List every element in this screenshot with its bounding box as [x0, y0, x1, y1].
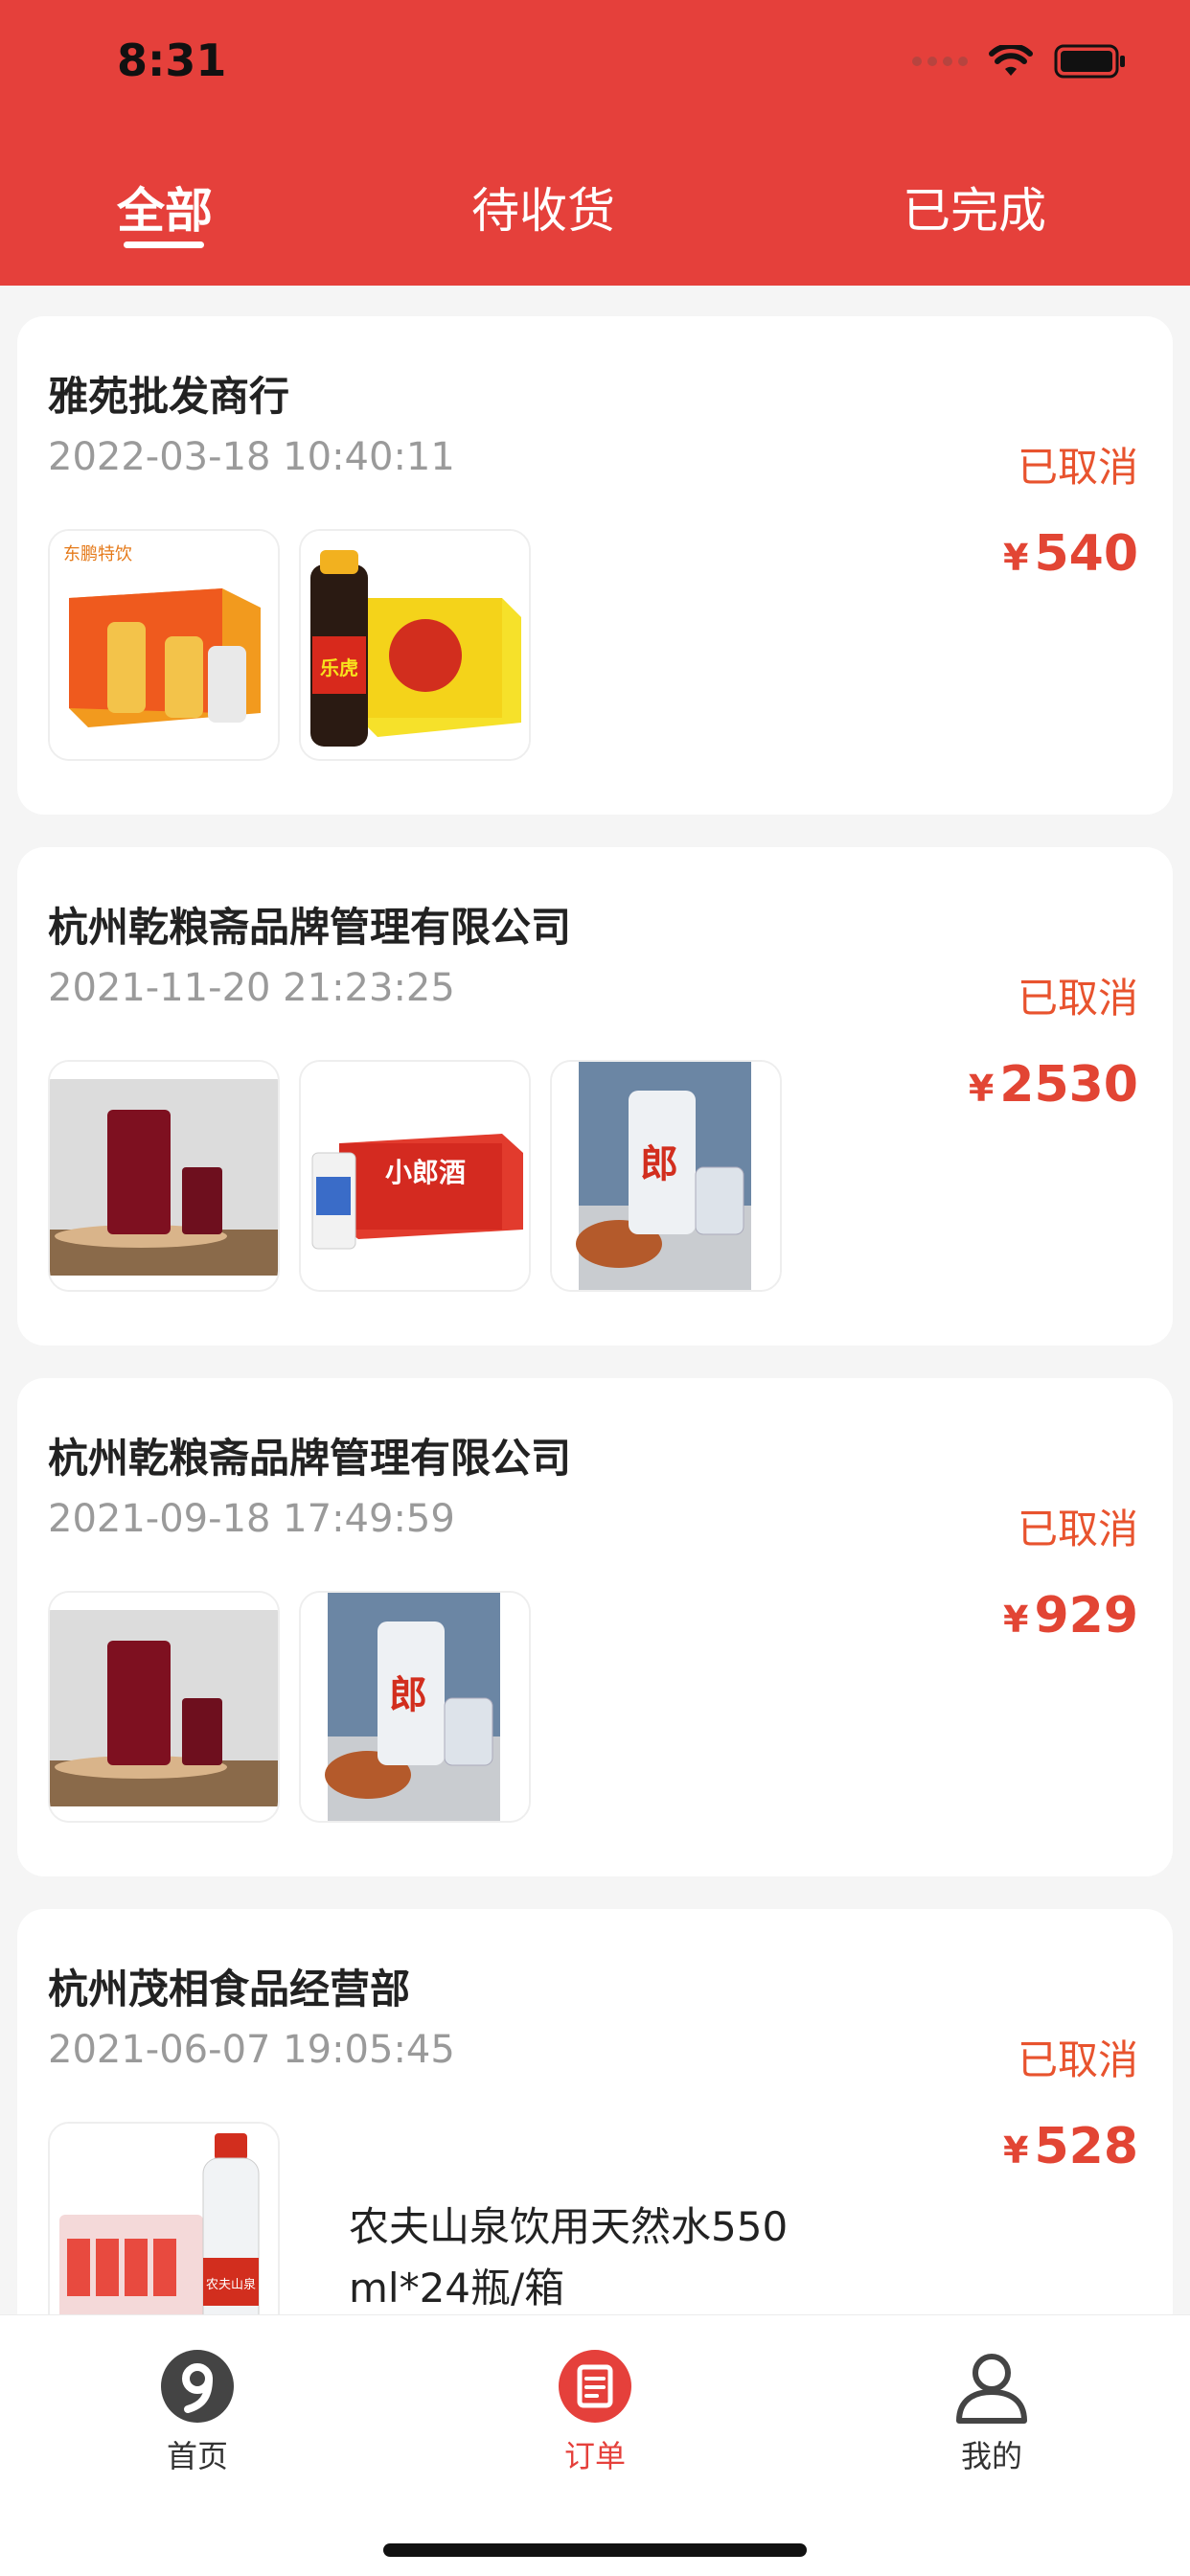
- order-time: 2021-06-07 19:05:45: [48, 2028, 455, 2072]
- order-status: 已取消: [1017, 1506, 1138, 1552]
- price-amount: 929: [1034, 1587, 1138, 1644]
- product-label: 乐虎: [320, 656, 358, 679]
- profile-icon: [956, 2354, 1027, 2424]
- product-label: 农夫山泉: [206, 2277, 256, 2292]
- product-thumbnails: 郎: [48, 1591, 531, 1823]
- home-icon: [161, 2350, 234, 2423]
- order-status: 已取消: [1017, 2036, 1138, 2083]
- order-status: 已取消: [1017, 975, 1138, 1022]
- currency-symbol: ¥: [1003, 2129, 1029, 2172]
- home-indicator: [383, 2543, 807, 2557]
- item-name: 农夫山泉饮用天然水550ml*24瓶/箱: [349, 2203, 789, 2312]
- header: 8:31 全部 待收货 已完成: [0, 0, 1190, 286]
- shop-name: 杭州茂相食品经营部: [48, 1966, 411, 2012]
- product-label: 郎: [389, 1672, 427, 1717]
- product-label: 郎: [640, 1141, 678, 1186]
- product-thumbnails: 东鹏特饮 乐虎: [48, 529, 531, 761]
- shop-name: 杭州乾粮斋品牌管理有限公司: [48, 904, 572, 951]
- product-thumbnail[interactable]: 乐虎: [299, 529, 531, 761]
- product-thumbnail[interactable]: 郎: [299, 1591, 531, 1823]
- order-price: ¥929: [1003, 1587, 1138, 1644]
- active-tab-indicator: [124, 242, 204, 248]
- brand-label: 东鹏特饮: [63, 544, 132, 564]
- order-card[interactable]: 杭州乾粮斋品牌管理有限公司 2021-11-20 21:23:25 已取消 ¥2…: [17, 847, 1173, 1346]
- status-indicators: [912, 44, 1127, 79]
- nav-home[interactable]: 首页: [121, 2348, 274, 2476]
- nav-home-label: 首页: [166, 2438, 228, 2474]
- price-amount: 540: [1034, 525, 1138, 583]
- price-amount: 528: [1034, 2118, 1138, 2175]
- shop-name: 雅苑批发商行: [48, 373, 290, 420]
- tab-completed[interactable]: 已完成: [903, 172, 1046, 242]
- order-price: ¥528: [1003, 2118, 1138, 2175]
- order-price: ¥540: [1003, 525, 1138, 583]
- product-thumbnail[interactable]: 郎: [550, 1060, 782, 1292]
- battery-icon: [1054, 44, 1127, 79]
- currency-symbol: ¥: [1003, 537, 1029, 579]
- wifi-icon: [989, 45, 1033, 78]
- bottom-nav: 首页 订单 我的: [0, 2314, 1190, 2576]
- nav-orders-label: 订单: [563, 2438, 626, 2474]
- currency-symbol: ¥: [968, 1068, 995, 1110]
- nav-profile[interactable]: 我的: [915, 2348, 1068, 2476]
- nav-profile-label: 我的: [960, 2438, 1022, 2474]
- product-thumbnail[interactable]: [48, 1591, 280, 1823]
- product-thumbnails: 小郎酒 郎: [48, 1060, 782, 1292]
- tab-all[interactable]: 全部: [117, 172, 213, 242]
- status-time: 8:31: [117, 34, 227, 86]
- order-time: 2021-11-20 21:23:25: [48, 966, 455, 1010]
- order-price: ¥2530: [969, 1056, 1138, 1114]
- tab-pending[interactable]: 待收货: [471, 172, 615, 242]
- order-icon: [559, 2350, 631, 2423]
- product-thumbnail[interactable]: 东鹏特饮: [48, 529, 280, 761]
- order-card[interactable]: 杭州乾粮斋品牌管理有限公司 2021-09-18 17:49:59 已取消 ¥9…: [17, 1378, 1173, 1876]
- product-thumbnail[interactable]: [48, 1060, 280, 1292]
- product-thumbnail[interactable]: 小郎酒: [299, 1060, 531, 1292]
- product-label: 小郎酒: [385, 1157, 466, 1188]
- order-time: 2022-03-18 10:40:11: [48, 435, 455, 479]
- shop-name: 杭州乾粮斋品牌管理有限公司: [48, 1435, 572, 1482]
- nav-orders[interactable]: 订单: [518, 2348, 672, 2476]
- order-status: 已取消: [1017, 444, 1138, 491]
- currency-symbol: ¥: [1003, 1598, 1029, 1641]
- price-amount: 2530: [999, 1056, 1138, 1114]
- signal-icon: [912, 57, 968, 66]
- order-time: 2021-09-18 17:49:59: [48, 1497, 455, 1541]
- order-card[interactable]: 雅苑批发商行 2022-03-18 10:40:11 已取消 ¥540 东鹏特饮: [17, 316, 1173, 815]
